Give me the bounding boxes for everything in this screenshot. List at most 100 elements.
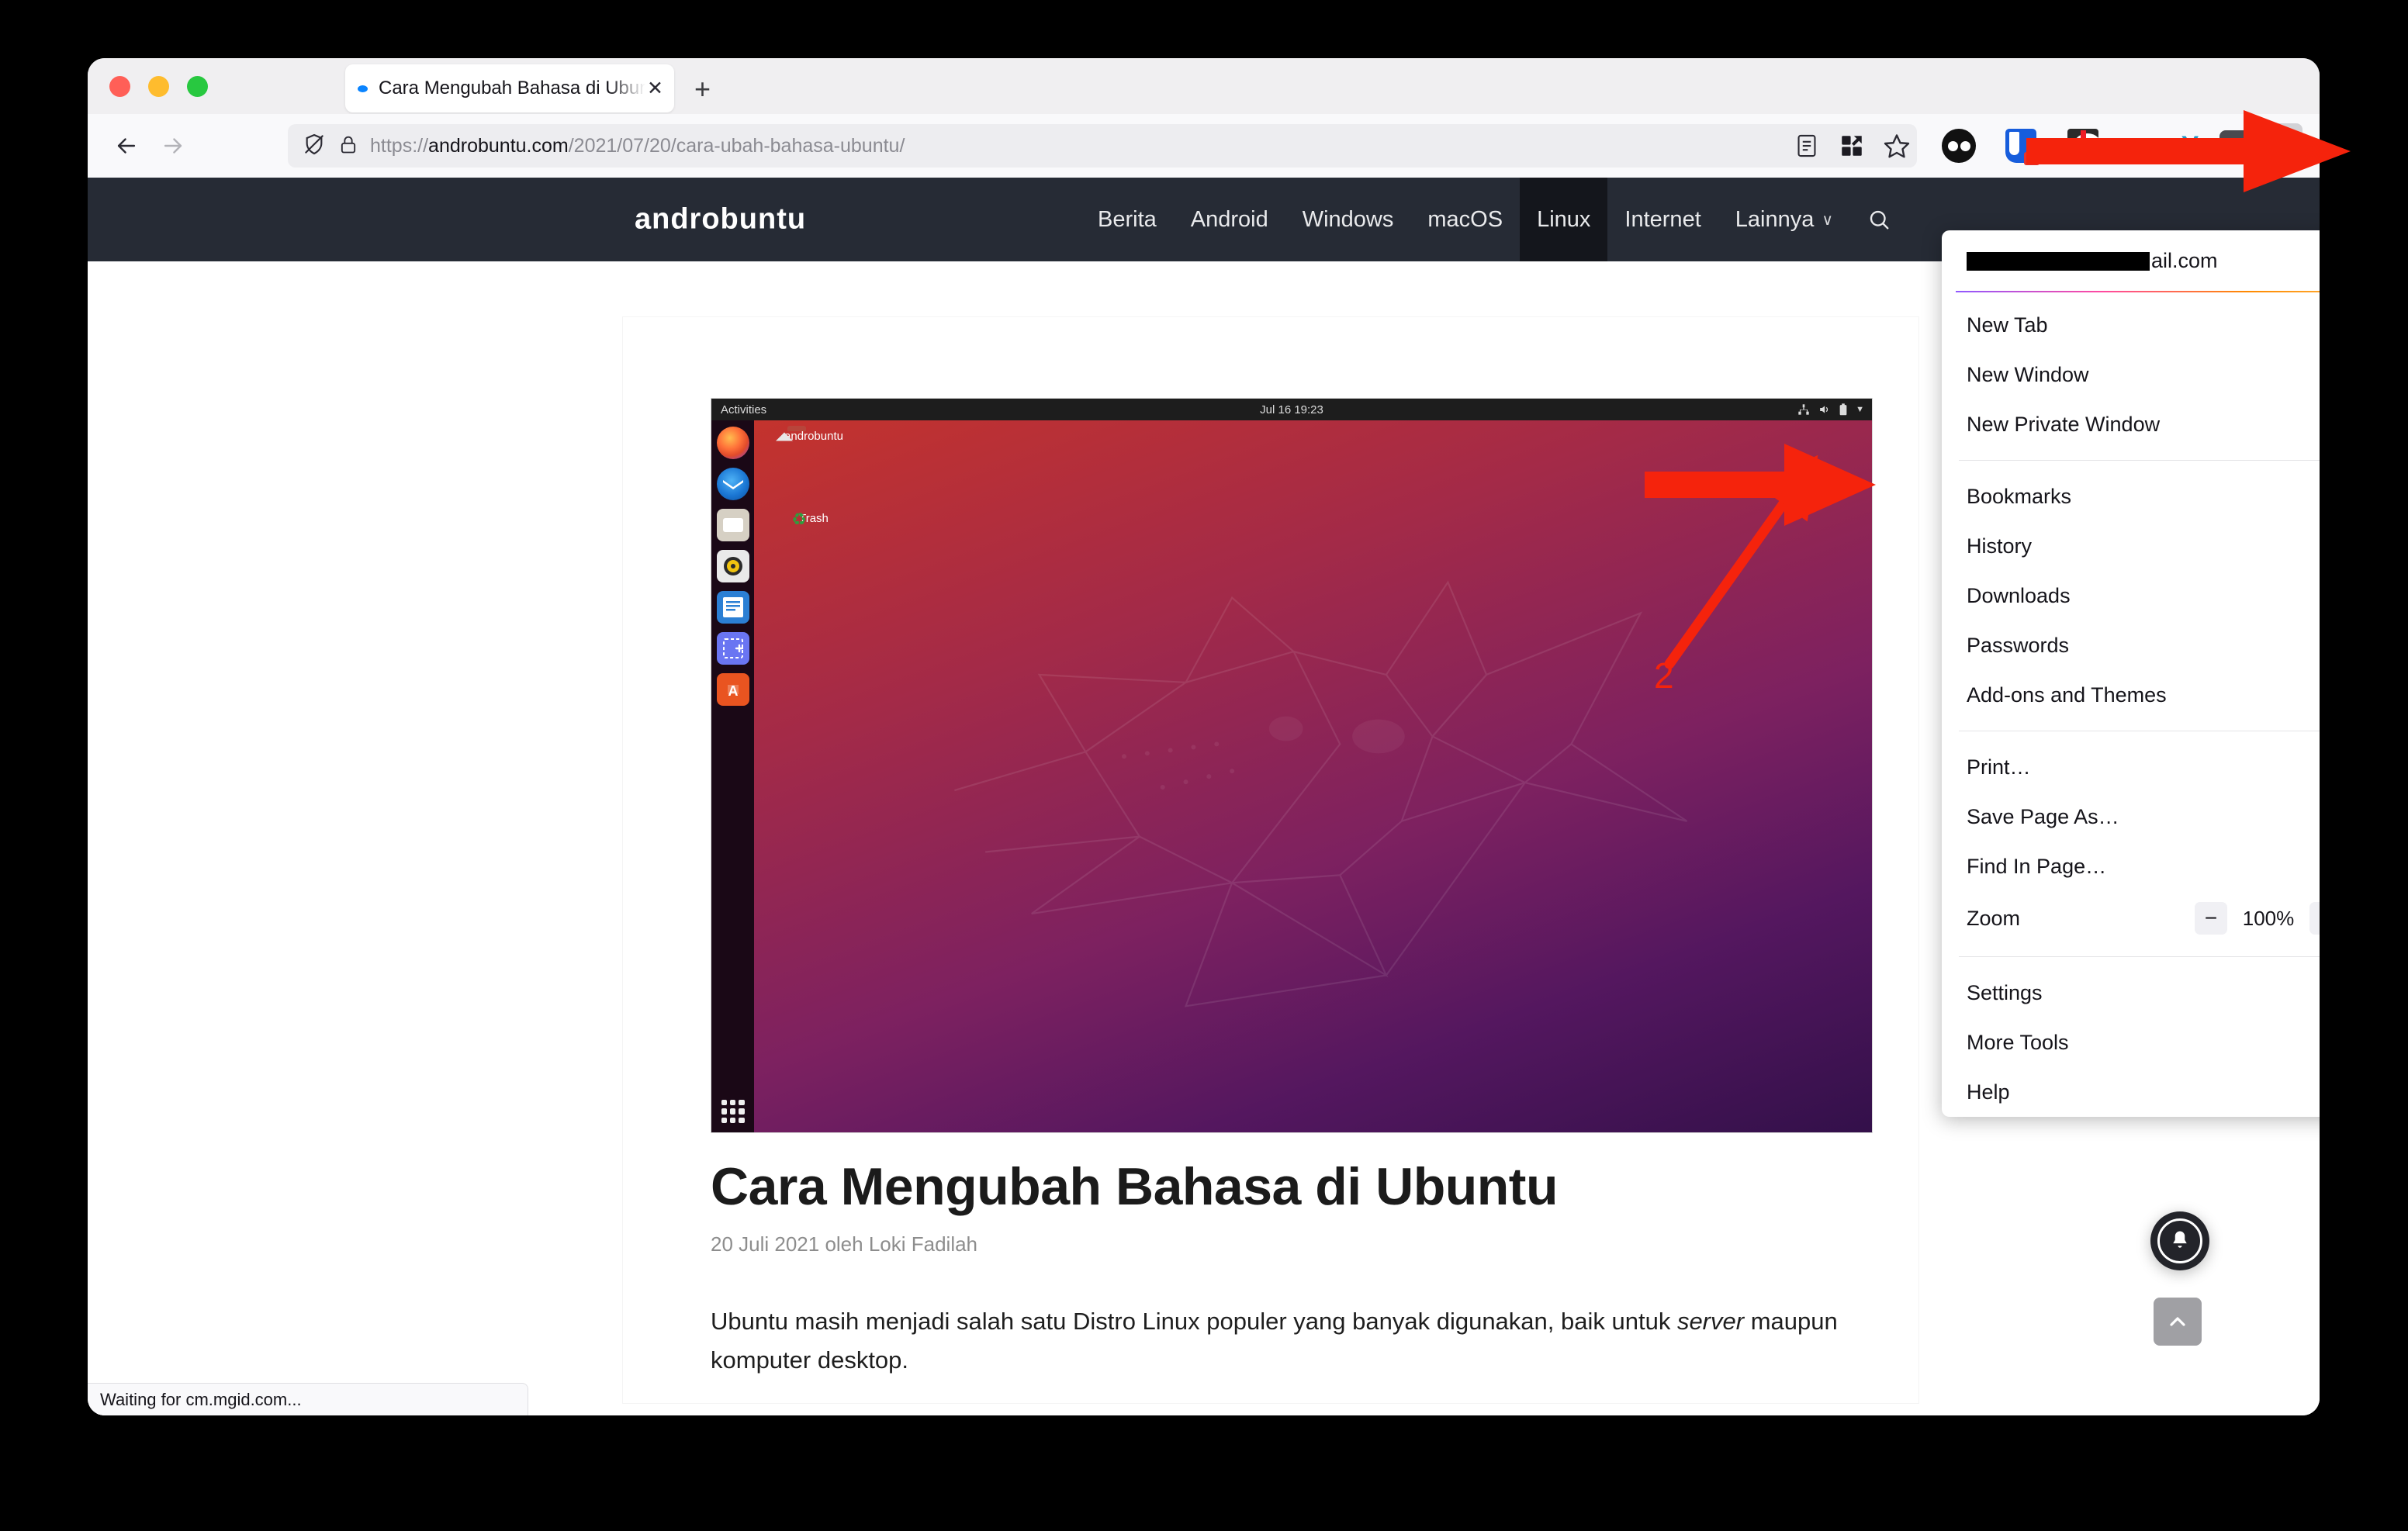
bitwarden-glyph bbox=[2005, 129, 2040, 165]
forward-button[interactable] bbox=[150, 123, 196, 169]
firefox-icon[interactable] bbox=[716, 427, 749, 459]
toolbar-icon-group: ■+ У 0 bbox=[1784, 122, 2302, 170]
menu-item-settings[interactable]: Settings ⌘, bbox=[1942, 968, 2320, 1018]
menu-item-label: Downloads bbox=[1967, 583, 2071, 607]
menu-item-account[interactable]: ail.com › bbox=[1942, 230, 2320, 291]
new-tab-button[interactable]: + bbox=[694, 75, 711, 103]
desktop-icon-trash[interactable]: ♻ Trash bbox=[771, 510, 856, 527]
menu-spacer bbox=[1942, 292, 2320, 300]
site-logo[interactable]: androbuntu bbox=[635, 203, 806, 237]
lock-icon[interactable] bbox=[337, 133, 359, 159]
desktop-icon-androbuntu[interactable]: androbuntu bbox=[771, 430, 856, 443]
help-icon[interactable]: A bbox=[716, 673, 749, 706]
zoom-in-button[interactable]: + bbox=[2309, 902, 2320, 935]
menu-item-downloads[interactable]: Downloads ⌘J bbox=[1942, 571, 2320, 620]
show-applications-icon[interactable] bbox=[721, 1100, 745, 1123]
menu-divider bbox=[1959, 460, 2320, 461]
tab-title: Cara Mengubah Bahasa di Ubun bbox=[379, 78, 646, 98]
menu-item-bookmarks[interactable]: Bookmarks › bbox=[1942, 472, 2320, 521]
back-button[interactable] bbox=[103, 123, 150, 169]
rhythmbox-icon[interactable] bbox=[716, 550, 749, 582]
menu-item-new-tab[interactable]: New Tab ⌘T bbox=[1942, 300, 2320, 350]
browser-tab[interactable]: Cara Mengubah Bahasa di Ubun ✕ bbox=[345, 64, 674, 112]
nav-item-internet[interactable]: Internet bbox=[1607, 178, 1718, 261]
shield-off-icon[interactable] bbox=[302, 132, 327, 161]
zoom-controls: − 100% + bbox=[2195, 902, 2320, 935]
status-bar-text: Waiting for cm.mgid.com... bbox=[100, 1389, 302, 1409]
account-email: ail.com bbox=[1967, 249, 2320, 273]
nav-item-linux[interactable]: Linux bbox=[1520, 178, 1608, 261]
nav-item-windows[interactable]: Windows bbox=[1285, 178, 1411, 261]
article-body-emphasis: server bbox=[1676, 1308, 1745, 1335]
redaction-bar bbox=[1967, 251, 2150, 271]
url-domain: androbuntu.com bbox=[428, 134, 569, 157]
files-icon[interactable] bbox=[716, 509, 749, 541]
menu-item-label: Find In Page… bbox=[1967, 854, 2107, 878]
menu-item-find-in-page[interactable]: Find In Page… ⌘F bbox=[1942, 842, 2320, 891]
add-extension-icon[interactable]: ■+ bbox=[2123, 123, 2168, 168]
menu-item-new-window[interactable]: New Window ⌘N bbox=[1942, 350, 2320, 399]
url-bar[interactable]: https://androbuntu.com/2021/07/20/cara-u… bbox=[288, 124, 1917, 168]
yandex-glyph: У bbox=[2181, 131, 2199, 161]
hamburger-menu-icon[interactable] bbox=[2258, 123, 2302, 168]
article-body: Ubuntu masih menjadi salah satu Distro L… bbox=[711, 1302, 1843, 1380]
close-tab-button[interactable]: ✕ bbox=[647, 78, 663, 98]
chevron-down-icon: ∨ bbox=[1822, 211, 1833, 229]
menu-item-label: Settings bbox=[1967, 980, 2043, 1004]
menu-item-more-tools[interactable]: More Tools › bbox=[1942, 1018, 2320, 1067]
status-bar: Waiting for cm.mgid.com... bbox=[88, 1383, 528, 1415]
menu-item-help[interactable]: Help › bbox=[1942, 1067, 2320, 1117]
menu-item-label: Print… bbox=[1967, 755, 2031, 779]
menu-item-addons-and-themes[interactable]: Add-ons and Themes ⇧⌘A bbox=[1942, 670, 2320, 720]
counter-badge-icon[interactable]: 0 bbox=[2213, 123, 2258, 168]
menu-item-print[interactable]: Print… ⌘P bbox=[1942, 742, 2320, 792]
menu-item-label: Add-ons and Themes bbox=[1967, 683, 2167, 707]
maximize-window-button[interactable] bbox=[187, 75, 208, 97]
libreoffice-writer-icon[interactable] bbox=[716, 591, 749, 624]
menu-item-label: History bbox=[1967, 534, 2033, 558]
chevron-up-icon bbox=[2170, 1317, 2185, 1326]
menu-item-save-page-as[interactable]: Save Page As… ⌘S bbox=[1942, 792, 2320, 842]
nav-item-lainnya[interactable]: Lainnya ∨ bbox=[1718, 178, 1850, 261]
add-extension-glyph: ■+ bbox=[2133, 133, 2159, 158]
tab-strip: Cara Mengubah Bahasa di Ubun ✕ + bbox=[88, 58, 2320, 114]
close-window-button[interactable] bbox=[109, 75, 130, 97]
menu-item-label: More Tools bbox=[1967, 1030, 2069, 1054]
menu-item-history[interactable]: History › bbox=[1942, 521, 2320, 571]
grammarly-icon[interactable] bbox=[2060, 123, 2105, 168]
reader-view-icon[interactable] bbox=[1784, 123, 1829, 168]
minimize-window-button[interactable] bbox=[148, 75, 169, 97]
menu-item-label: Passwords bbox=[1967, 633, 2070, 657]
menu-item-new-private-window[interactable]: New Private Window ⇧⌘P bbox=[1942, 399, 2320, 449]
zoom-out-button[interactable]: − bbox=[2195, 902, 2227, 935]
bitwarden-icon[interactable] bbox=[1998, 123, 2043, 168]
extensions-grid-icon[interactable] bbox=[1829, 123, 1874, 168]
privacy-badger-glyph bbox=[1942, 129, 1976, 163]
menu-item-label: New Tab bbox=[1967, 313, 2048, 337]
navigation-toolbar: https://androbuntu.com/2021/07/20/cara-u… bbox=[88, 114, 2320, 178]
search-icon[interactable] bbox=[1850, 178, 1908, 261]
ubuntu-clock[interactable]: Jul 16 19:23 bbox=[1260, 403, 1323, 416]
thunderbird-icon[interactable] bbox=[716, 468, 749, 500]
scroll-to-top-button[interactable] bbox=[2154, 1298, 2202, 1346]
activities-label[interactable]: Activities bbox=[721, 403, 766, 416]
zoom-label: Zoom bbox=[1967, 906, 2021, 930]
hamburger-menu-button[interactable] bbox=[2258, 123, 2302, 168]
nav-item-macos[interactable]: macOS bbox=[1410, 178, 1520, 261]
nav-item-android[interactable]: Android bbox=[1174, 178, 1285, 261]
desktop-icon-label: androbuntu bbox=[784, 430, 843, 443]
notification-bell-button[interactable] bbox=[2150, 1211, 2209, 1270]
nav-item-berita[interactable]: Berita bbox=[1081, 178, 1174, 261]
annotation-arrow-diagonal bbox=[1664, 454, 1818, 669]
yandex-icon[interactable]: У bbox=[2168, 123, 2213, 168]
privacy-badger-icon[interactable] bbox=[1936, 123, 1981, 168]
firefox-app-menu: ail.com › New Tab ⌘T New Window ⌘N New P… bbox=[1942, 230, 2320, 1117]
bookmark-star-icon[interactable] bbox=[1874, 123, 1919, 168]
menu-item-label: Help bbox=[1967, 1080, 2010, 1104]
menu-item-label: Save Page As… bbox=[1967, 804, 2119, 828]
browser-window: Cara Mengubah Bahasa di Ubun ✕ + https:/… bbox=[88, 58, 2320, 1415]
article-byline: 20 Juli 2021 oleh Loki Fadilah bbox=[711, 1232, 978, 1256]
software-center-icon[interactable] bbox=[716, 632, 749, 665]
menu-item-passwords[interactable]: Passwords bbox=[1942, 620, 2320, 670]
window-controls bbox=[109, 75, 208, 97]
